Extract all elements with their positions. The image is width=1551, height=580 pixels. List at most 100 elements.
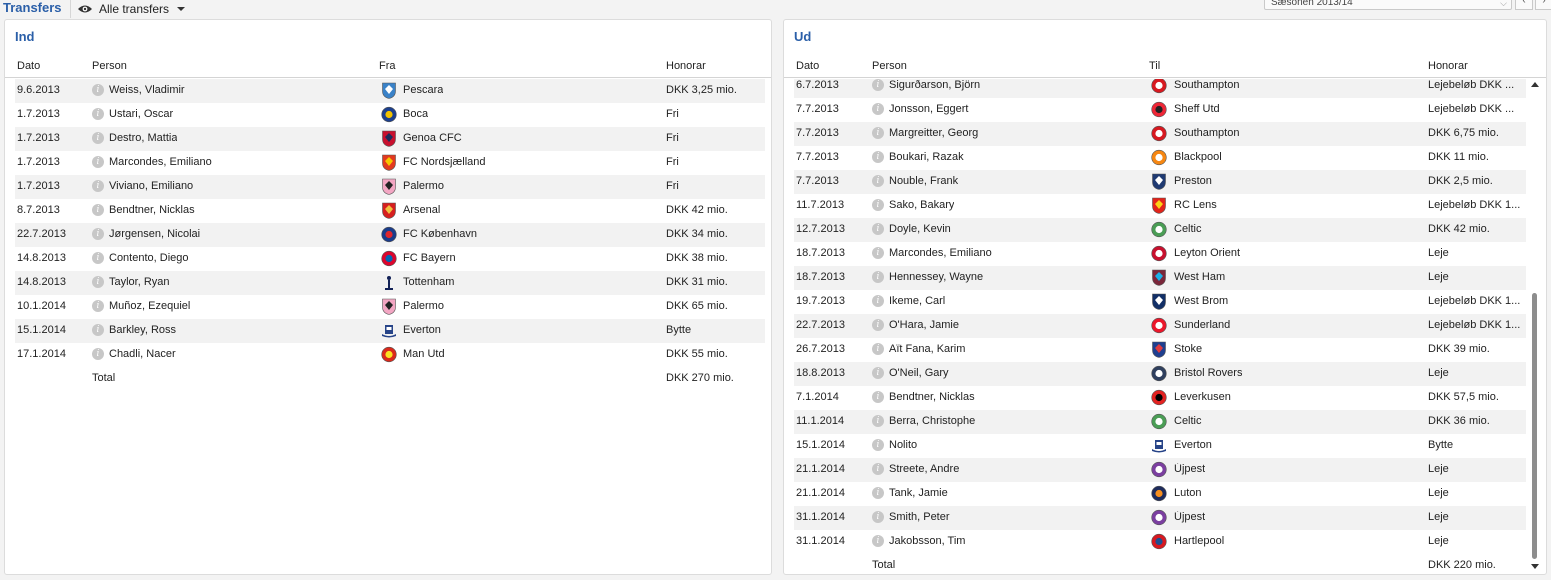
player-name-link[interactable]: Hennessey, Wayne bbox=[889, 271, 983, 283]
club-name-link[interactable]: Újpest bbox=[1174, 463, 1205, 475]
player-name-link[interactable]: Contento, Diego bbox=[109, 252, 189, 264]
info-icon[interactable]: i bbox=[92, 204, 104, 216]
club-name-link[interactable]: Hartlepool bbox=[1174, 535, 1224, 547]
scroll-up-arrow-icon[interactable] bbox=[1531, 82, 1539, 87]
info-icon[interactable]: i bbox=[872, 199, 884, 211]
player-name-link[interactable]: Barkley, Ross bbox=[109, 324, 176, 336]
info-icon[interactable]: i bbox=[872, 415, 884, 427]
player-name-link[interactable]: Muñoz, Ezequiel bbox=[109, 300, 190, 312]
table-row[interactable]: 1.7.2013 i Marcondes, Emiliano FC Nordsjæll… bbox=[15, 151, 765, 175]
column-header-fee[interactable]: Honorar bbox=[1428, 60, 1468, 72]
info-icon[interactable]: i bbox=[92, 180, 104, 192]
table-row[interactable]: 7.7.2013 i Jonsson, Eggert Sheff Utd Lejebel… bbox=[794, 98, 1526, 122]
info-icon[interactable]: i bbox=[92, 228, 104, 240]
player-name-link[interactable]: Bendtner, Nicklas bbox=[889, 391, 975, 403]
info-icon[interactable]: i bbox=[92, 84, 104, 96]
info-icon[interactable]: i bbox=[92, 132, 104, 144]
table-row[interactable]: 31.1.2014 i Jakobsson, Tim Hartlepool Leje bbox=[794, 530, 1526, 554]
player-name-link[interactable]: Ustari, Oscar bbox=[109, 108, 173, 120]
club-name-link[interactable]: Blackpool bbox=[1174, 151, 1222, 163]
club-name-link[interactable]: Pescara bbox=[403, 84, 443, 96]
info-icon[interactable]: i bbox=[872, 391, 884, 403]
club-name-link[interactable]: Leyton Orient bbox=[1174, 247, 1240, 259]
club-name-link[interactable]: Stoke bbox=[1174, 343, 1202, 355]
club-name-link[interactable]: Újpest bbox=[1174, 511, 1205, 523]
player-name-link[interactable]: Taylor, Ryan bbox=[109, 276, 170, 288]
table-row[interactable]: 10.1.2014 i Muñoz, Ezequiel Palermo DKK 65 m… bbox=[15, 295, 765, 319]
club-name-link[interactable]: Celtic bbox=[1174, 415, 1202, 427]
table-row[interactable]: 14.8.2013 i Taylor, Ryan Tottenham DKK 31 mi… bbox=[15, 271, 765, 295]
club-name-link[interactable]: Preston bbox=[1174, 175, 1212, 187]
table-row[interactable]: 9.6.2013 i Weiss, Vladimir Pescara DKK 3,25 … bbox=[15, 79, 765, 103]
column-header-from[interactable]: Fra bbox=[379, 60, 396, 72]
player-name-link[interactable]: Jakobsson, Tim bbox=[889, 535, 965, 547]
club-name-link[interactable]: Leverkusen bbox=[1174, 391, 1231, 403]
table-row[interactable]: 31.1.2014 i Smith, Peter Újpest Leje bbox=[794, 506, 1526, 530]
club-name-link[interactable]: FC København bbox=[403, 228, 477, 240]
info-icon[interactable]: i bbox=[92, 348, 104, 360]
info-icon[interactable]: i bbox=[872, 79, 884, 91]
club-name-link[interactable]: Everton bbox=[1174, 439, 1212, 451]
player-name-link[interactable]: Jørgensen, Nicolai bbox=[109, 228, 200, 240]
table-row[interactable]: 12.7.2013 i Doyle, Kevin Celtic DKK 42 mio. bbox=[794, 218, 1526, 242]
info-icon[interactable]: i bbox=[872, 319, 884, 331]
column-header-date[interactable]: Dato bbox=[796, 60, 819, 72]
club-name-link[interactable]: Luton bbox=[1174, 487, 1202, 499]
table-row[interactable]: 18.7.2013 i Marcondes, Emiliano Leyton Orie… bbox=[794, 242, 1526, 266]
column-header-fee[interactable]: Honorar bbox=[666, 60, 706, 72]
column-header-date[interactable]: Dato bbox=[17, 60, 40, 72]
table-row[interactable]: 15.1.2014 i Barkley, Ross Everton Bytte bbox=[15, 319, 765, 343]
player-name-link[interactable]: Weiss, Vladimir bbox=[109, 84, 185, 96]
info-icon[interactable]: i bbox=[872, 127, 884, 139]
player-name-link[interactable]: Boukari, Razak bbox=[889, 151, 964, 163]
info-icon[interactable]: i bbox=[872, 295, 884, 307]
info-icon[interactable]: i bbox=[872, 439, 884, 451]
club-name-link[interactable]: Southampton bbox=[1174, 127, 1239, 139]
info-icon[interactable]: i bbox=[872, 103, 884, 115]
player-name-link[interactable]: Destro, Mattia bbox=[109, 132, 177, 144]
table-row[interactable]: 22.7.2013 i O'Hara, Jamie Sunderland Lejebel… bbox=[794, 314, 1526, 338]
info-icon[interactable]: i bbox=[872, 343, 884, 355]
club-name-link[interactable]: Boca bbox=[403, 108, 428, 120]
club-name-link[interactable]: RC Lens bbox=[1174, 199, 1217, 211]
player-name-link[interactable]: Margreitter, Georg bbox=[889, 127, 978, 139]
info-icon[interactable]: i bbox=[872, 175, 884, 187]
player-name-link[interactable]: Smith, Peter bbox=[889, 511, 950, 523]
table-row[interactable]: 22.7.2013 i Jørgensen, Nicolai FC København… bbox=[15, 223, 765, 247]
player-name-link[interactable]: Jonsson, Eggert bbox=[889, 103, 969, 115]
table-row[interactable]: 18.8.2013 i O'Neil, Gary Bristol Rovers Leje bbox=[794, 362, 1526, 386]
club-name-link[interactable]: Celtic bbox=[1174, 223, 1202, 235]
table-row[interactable]: 11.7.2013 i Sako, Bakary RC Lens Lejebeløb D… bbox=[794, 194, 1526, 218]
info-icon[interactable]: i bbox=[92, 276, 104, 288]
club-name-link[interactable]: Palermo bbox=[403, 180, 444, 192]
club-name-link[interactable]: Sunderland bbox=[1174, 319, 1230, 331]
player-name-link[interactable]: Bendtner, Nicklas bbox=[109, 204, 195, 216]
scroll-down-arrow-icon[interactable] bbox=[1531, 564, 1539, 569]
info-icon[interactable]: i bbox=[92, 300, 104, 312]
view-filter-dropdown[interactable]: Alle transfers bbox=[70, 0, 186, 18]
player-name-link[interactable]: Tank, Jamie bbox=[889, 487, 948, 499]
table-row[interactable]: 1.7.2013 i Viviano, Emiliano Palermo Fri bbox=[15, 175, 765, 199]
info-icon[interactable]: i bbox=[872, 271, 884, 283]
info-icon[interactable]: i bbox=[92, 324, 104, 336]
info-icon[interactable]: i bbox=[872, 151, 884, 163]
club-name-link[interactable]: Arsenal bbox=[403, 204, 440, 216]
season-select[interactable]: Sæsonen 2013/14 ⌵ bbox=[1264, 0, 1512, 10]
season-prev-button[interactable]: ‹ bbox=[1515, 0, 1533, 10]
club-name-link[interactable]: FC Nordsjælland bbox=[403, 156, 486, 168]
column-header-person[interactable]: Person bbox=[872, 60, 907, 72]
player-name-link[interactable]: Viviano, Emiliano bbox=[109, 180, 193, 192]
club-name-link[interactable]: Sheff Utd bbox=[1174, 103, 1220, 115]
club-name-link[interactable]: Genoa CFC bbox=[403, 132, 462, 144]
table-row[interactable]: 8.7.2013 i Bendtner, Nicklas Arsenal DKK 42 … bbox=[15, 199, 765, 223]
club-name-link[interactable]: Bristol Rovers bbox=[1174, 367, 1242, 379]
player-name-link[interactable]: Sigurðarson, Björn bbox=[889, 79, 980, 91]
table-row[interactable]: 21.1.2014 i Tank, Jamie Luton Leje bbox=[794, 482, 1526, 506]
table-row[interactable]: 19.7.2013 i Ikeme, Carl West Brom Lejebeløb … bbox=[794, 290, 1526, 314]
info-icon[interactable]: i bbox=[92, 156, 104, 168]
table-row[interactable]: 14.8.2013 i Contento, Diego FC Bayern DKK 38… bbox=[15, 247, 765, 271]
club-name-link[interactable]: Tottenham bbox=[403, 276, 454, 288]
info-icon[interactable]: i bbox=[872, 511, 884, 523]
table-row[interactable]: 11.1.2014 i Berra, Christophe Celtic DKK 36 … bbox=[794, 410, 1526, 434]
table-row[interactable]: 7.7.2013 i Margreitter, Georg Southampton DK… bbox=[794, 122, 1526, 146]
